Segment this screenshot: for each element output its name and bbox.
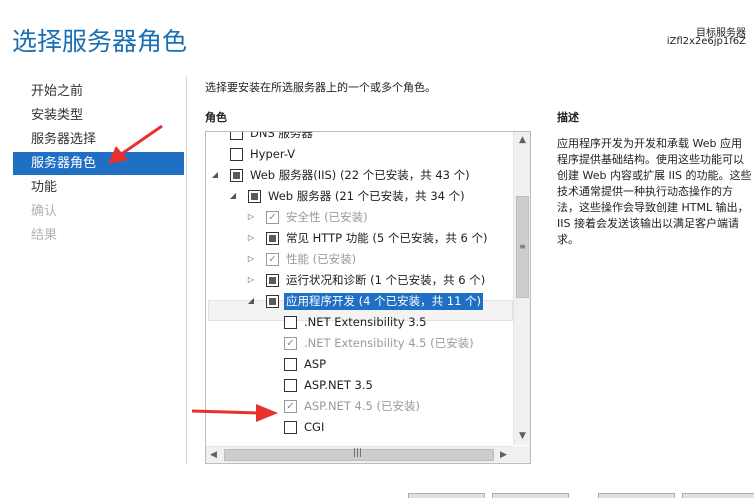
tree-row[interactable]: DNS 服务器 <box>206 132 512 144</box>
nav-item-installation-type[interactable]: 安装类型 <box>13 104 184 127</box>
tree-row-label: 应用程序开发 (4 个已安装，共 11 个) <box>284 293 484 310</box>
vertical-scroll-thumb[interactable]: ≡ <box>516 196 529 298</box>
check-icon: ✓ <box>284 337 297 350</box>
roles-tree[interactable]: DNS 服务器 Hyper-V ◢ Web 服务器(IIS) (22 个已安装，共 4… <box>205 131 531 464</box>
role-checkbox[interactable] <box>230 169 243 182</box>
tree-row[interactable]: ASP <box>206 354 512 375</box>
tree-row[interactable]: ▷ 常见 HTTP 功能 (5 个已安装，共 6 个) <box>206 228 512 249</box>
previous-button[interactable] <box>408 493 485 498</box>
tree-row[interactable]: ◢ Web 服务器 (21 个已安装，共 34 个) <box>206 186 512 207</box>
nav-divider <box>186 76 187 464</box>
role-checkbox[interactable] <box>230 132 243 140</box>
role-checkbox[interactable] <box>230 148 243 161</box>
check-icon: ✓ <box>266 253 279 266</box>
role-checkbox[interactable] <box>248 190 261 203</box>
tree-row-label: 性能 (已安装) <box>286 252 357 266</box>
triangle-expanded-icon[interactable]: ◢ <box>246 295 256 307</box>
tree-row-label: DNS 服务器 <box>250 132 313 140</box>
nav-item-server-selection[interactable]: 服务器选择 <box>13 128 184 151</box>
tree-row[interactable]: ✓ ASP.NET 4.5 (已安装) <box>206 396 512 417</box>
triangle-collapsed-icon[interactable]: ▷ <box>246 253 256 265</box>
tree-row[interactable]: ASP.NET 3.5 <box>206 375 512 396</box>
tree-row-label: ASP.NET 4.5 (已安装) <box>304 399 420 413</box>
nav-item-before-you-begin[interactable]: 开始之前 <box>13 80 184 103</box>
check-icon: ✓ <box>284 400 297 413</box>
triangle-expanded-icon[interactable]: ◢ <box>210 169 220 181</box>
tree-row[interactable]: ▷ ✓ 安全性 (已安装) <box>206 207 512 228</box>
grip-icon: ||| <box>353 448 363 458</box>
horizontal-scroll-thumb[interactable]: ||| <box>224 448 494 461</box>
role-checkbox[interactable] <box>266 295 279 308</box>
role-checkbox[interactable] <box>284 316 297 329</box>
tree-row[interactable]: ▷ ✓ 性能 (已安装) <box>206 249 512 270</box>
tree-row-label: 常见 HTTP 功能 (5 个已安装，共 6 个) <box>286 231 488 245</box>
nav-item-features[interactable]: 功能 <box>13 176 184 199</box>
scroll-down-icon[interactable]: ▼ <box>515 428 530 445</box>
grip-icon: ≡ <box>519 242 526 251</box>
tree-row-label: CGI <box>304 420 325 434</box>
next-button[interactable] <box>492 493 569 498</box>
tree-row-label: 安全性 (已安装) <box>286 210 368 224</box>
tree-row-label: .NET Extensibility 3.5 <box>304 315 427 329</box>
target-server-name: iZfl2x2e6jp1f6Z <box>666 36 746 47</box>
tree-row[interactable]: ◢ Web 服务器(IIS) (22 个已安装，共 43 个) <box>206 165 512 186</box>
scroll-up-icon[interactable]: ▲ <box>515 132 530 149</box>
tree-row[interactable]: Hyper-V <box>206 144 512 165</box>
tree-row-label: Web 服务器 (21 个已安装，共 34 个) <box>268 189 465 203</box>
check-icon: ✓ <box>266 211 279 224</box>
scroll-left-icon[interactable]: ◀ <box>206 447 221 463</box>
scrollbar-corner <box>513 446 530 463</box>
roles-header: 角色 <box>205 111 227 124</box>
tree-row[interactable]: .NET Extensibility 3.5 <box>206 312 512 333</box>
tree-row[interactable]: ▷ 运行状况和诊断 (1 个已安装，共 6 个) <box>206 270 512 291</box>
instruction-text: 选择要安装在所选服务器上的一个或多个角色。 <box>205 81 436 94</box>
role-checkbox[interactable] <box>266 232 279 245</box>
tree-row-label: ASP <box>304 357 327 371</box>
nav-item-confirmation: 确认 <box>31 204 58 219</box>
tree-row[interactable]: ◢ 应用程序开发 (4 个已安装，共 11 个) <box>206 291 512 312</box>
triangle-expanded-icon[interactable]: ◢ <box>228 190 238 202</box>
page-title: 选择服务器角色 <box>12 27 188 56</box>
nav-item-results: 结果 <box>31 228 58 243</box>
roles-tree-rows: DNS 服务器 Hyper-V ◢ Web 服务器(IIS) (22 个已安装，共 4… <box>206 132 514 445</box>
role-checkbox[interactable] <box>266 274 279 287</box>
role-checkbox[interactable] <box>284 358 297 371</box>
tree-row-label: ASP.NET 3.5 <box>304 378 373 392</box>
role-checkbox[interactable] <box>284 421 297 434</box>
scroll-right-icon[interactable]: ▶ <box>496 447 511 463</box>
description-text: 应用程序开发为开发和承载 Web 应用程序提供基础结构。使用这些功能可以创建 W… <box>557 137 752 246</box>
triangle-collapsed-icon[interactable]: ▷ <box>246 274 256 286</box>
nav-item-server-roles[interactable]: 服务器角色 <box>13 152 184 175</box>
triangle-collapsed-icon[interactable]: ▷ <box>246 232 256 244</box>
install-button[interactable] <box>598 493 675 498</box>
vertical-scrollbar[interactable]: ▲ ≡ ▼ <box>513 132 530 445</box>
triangle-collapsed-icon[interactable]: ▷ <box>246 211 256 223</box>
tree-row-label: Hyper-V <box>250 147 296 161</box>
description-header: 描述 <box>557 111 579 124</box>
horizontal-scrollbar[interactable]: ◀ ||| ▶ <box>206 446 514 463</box>
tree-row-label: Web 服务器(IIS) (22 个已安装，共 43 个) <box>250 168 470 182</box>
role-checkbox[interactable] <box>284 379 297 392</box>
tree-row-label: 运行状况和诊断 (1 个已安装，共 6 个) <box>286 273 486 287</box>
tree-row[interactable]: ✓ .NET Extensibility 4.5 (已安装) <box>206 333 512 354</box>
tree-row[interactable]: CGI <box>206 417 512 438</box>
tree-row-label: .NET Extensibility 4.5 (已安装) <box>304 336 474 350</box>
cancel-button[interactable] <box>682 493 754 498</box>
